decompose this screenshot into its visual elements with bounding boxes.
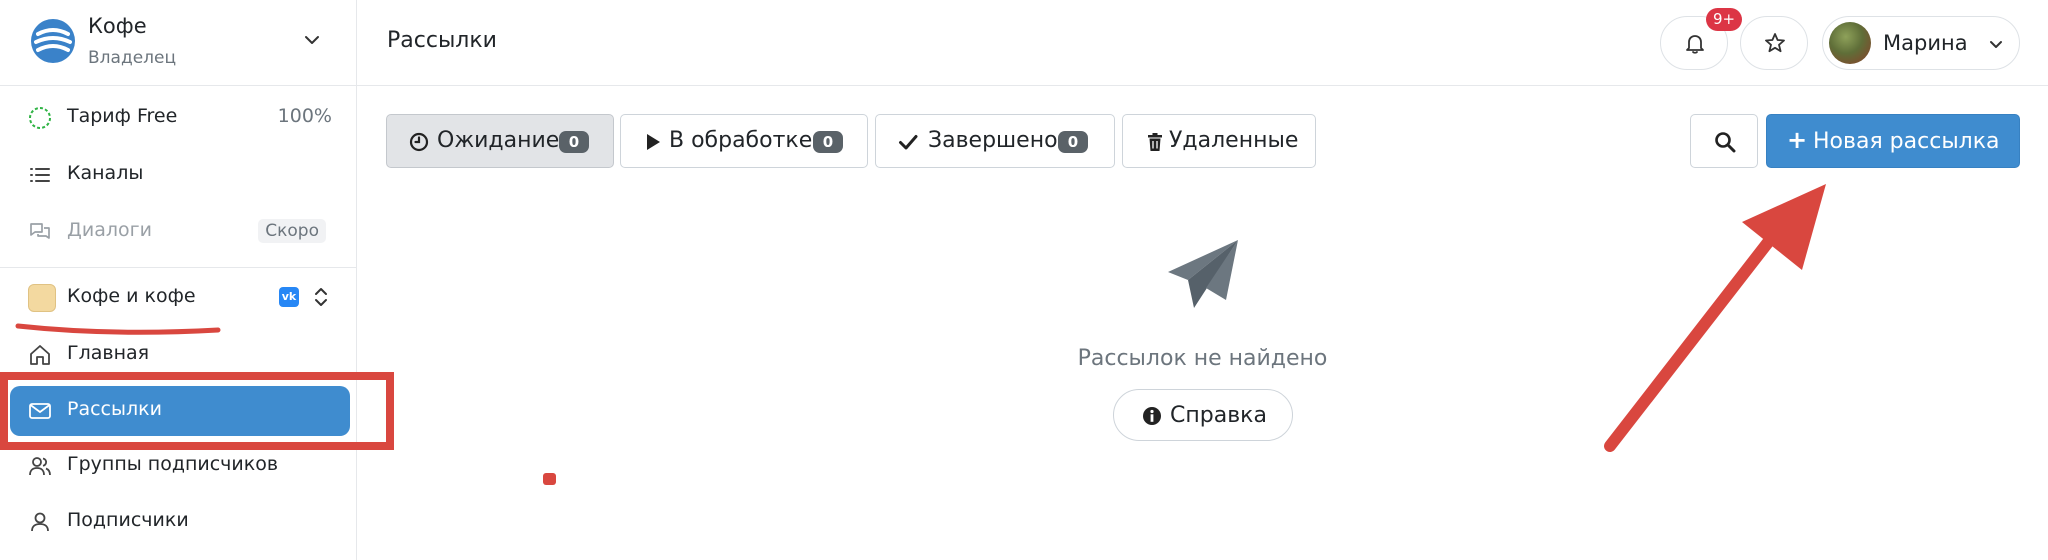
tab-processing[interactable]: В обработке 0 bbox=[620, 114, 868, 168]
coming-soon-badge: Скоро bbox=[258, 219, 326, 243]
tab-deleted[interactable]: Удаленные bbox=[1122, 114, 1316, 168]
workspace-name: Кофе bbox=[88, 14, 147, 38]
sidebar-item-label: Группы подписчиков bbox=[67, 453, 279, 475]
new-mailing-button[interactable]: + Новая рассылка bbox=[1766, 114, 2020, 168]
brand-logo-icon bbox=[31, 19, 75, 63]
chevron-down-icon bbox=[305, 36, 319, 44]
notifications-count-badge: 9+ bbox=[1706, 8, 1743, 31]
home-icon bbox=[30, 345, 50, 365]
play-icon bbox=[647, 134, 660, 150]
page-title: Рассылки bbox=[387, 28, 497, 53]
sidebar-item-subscribers[interactable]: Подписчики bbox=[10, 497, 350, 547]
trash-icon bbox=[1148, 133, 1162, 151]
help-label: Справка bbox=[1170, 403, 1267, 428]
users-icon bbox=[29, 457, 51, 476]
tab-count-badge: 0 bbox=[813, 131, 843, 153]
sidebar-item-dialogs[interactable]: Диалоги Скоро bbox=[10, 207, 350, 257]
chevron-updown-icon bbox=[315, 288, 327, 306]
vk-icon: vk bbox=[279, 287, 299, 307]
list-icon bbox=[30, 168, 50, 182]
plus-icon: + bbox=[1787, 126, 1808, 154]
chat-bubbles-icon bbox=[30, 223, 50, 239]
project-name: Кофе и кофе bbox=[67, 285, 196, 307]
chevron-down-icon bbox=[1990, 41, 2002, 48]
envelope-icon bbox=[29, 403, 51, 419]
info-icon bbox=[1143, 407, 1161, 425]
tab-label: В обработке bbox=[669, 128, 813, 153]
avatar bbox=[1829, 22, 1871, 64]
sidebar-item-label: Тариф Free bbox=[67, 105, 178, 127]
empty-state-message: Рассылок не найдено bbox=[1077, 346, 1328, 371]
sidebar-item-label: Подписчики bbox=[67, 509, 189, 531]
tab-label: Ожидание bbox=[437, 128, 560, 153]
workspace-switcher[interactable]: Кофе Владелец bbox=[0, 0, 357, 86]
sidebar-item-label: Рассылки bbox=[67, 398, 162, 420]
bell-icon bbox=[1686, 35, 1704, 54]
annotation-arrow-head bbox=[1742, 184, 1826, 270]
project-avatar bbox=[28, 284, 56, 312]
tab-pending[interactable]: Ожидание 0 bbox=[386, 114, 614, 168]
search-icon bbox=[1715, 132, 1736, 153]
sidebar-item-subscriber-groups[interactable]: Группы подписчиков bbox=[10, 441, 350, 491]
tab-label: Удаленные bbox=[1169, 128, 1299, 153]
user-name: Марина bbox=[1883, 31, 1968, 55]
sidebar-item-channels[interactable]: Каналы bbox=[10, 150, 350, 200]
user-menu-button[interactable]: Марина bbox=[1822, 16, 2020, 70]
favorites-button[interactable] bbox=[1740, 16, 1808, 70]
tariff-circle-icon bbox=[29, 107, 51, 129]
tab-label: Завершено bbox=[928, 128, 1058, 153]
sidebar-item-label: Диалоги bbox=[67, 219, 152, 241]
sidebar-item-tariff[interactable]: Тариф Free 100% bbox=[10, 93, 350, 143]
sidebar-item-label: Главная bbox=[67, 342, 150, 364]
clock-icon bbox=[409, 132, 429, 152]
workspace-role: Владелец bbox=[88, 48, 177, 68]
sidebar-item-home[interactable]: Главная bbox=[10, 330, 350, 380]
annotation-arrow-shaft bbox=[1604, 208, 1796, 452]
tab-completed[interactable]: Завершено 0 bbox=[875, 114, 1115, 168]
tab-count-badge: 0 bbox=[559, 131, 589, 153]
sidebar-item-label: Каналы bbox=[67, 162, 144, 184]
search-button[interactable] bbox=[1690, 114, 1758, 168]
sidebar-divider bbox=[0, 267, 357, 268]
paper-plane-icon bbox=[1168, 240, 1238, 308]
help-button[interactable]: Справка bbox=[1113, 389, 1293, 441]
star-icon bbox=[1765, 33, 1785, 53]
annotation-dot bbox=[543, 473, 556, 485]
sidebar: Кофе Владелец Тариф Free 100% Каналы Диа… bbox=[0, 0, 357, 560]
tariff-usage: 100% bbox=[277, 105, 332, 127]
tab-count-badge: 0 bbox=[1058, 131, 1088, 153]
project-switcher[interactable]: Кофе и кофе bbox=[10, 273, 350, 323]
check-icon bbox=[899, 135, 918, 150]
sidebar-item-mailings[interactable]: Рассылки bbox=[10, 386, 350, 436]
new-mailing-label: Новая рассылка bbox=[1813, 129, 2000, 154]
user-icon bbox=[31, 512, 49, 532]
